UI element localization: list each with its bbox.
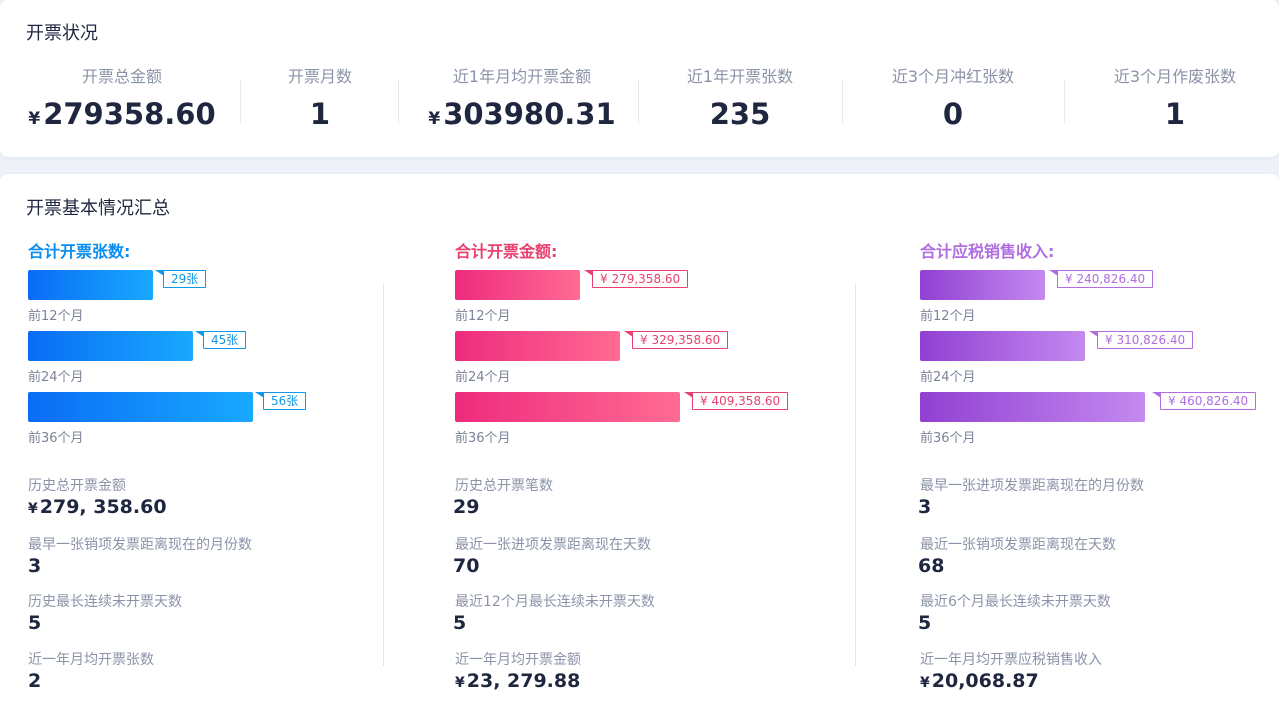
currency-symbol: ¥ xyxy=(455,675,465,691)
currency-symbol: ¥ xyxy=(28,109,41,129)
metric-value: ¥20,068.87 xyxy=(920,670,1039,692)
bar-24-months xyxy=(920,331,1085,361)
bar-value-tag: ¥ 329,358.60 xyxy=(623,331,729,349)
bar-36-months xyxy=(920,392,1145,422)
overview-title: 开票状况 xyxy=(26,23,98,44)
metric-value: 3 xyxy=(918,496,932,518)
bar-period-label: 前36个月 xyxy=(920,431,976,446)
currency-symbol: ¥ xyxy=(428,109,441,129)
bar-period-label: 前12个月 xyxy=(455,309,511,324)
column-divider xyxy=(855,284,856,666)
overview-stats: 开票总金额 ¥279358.60 开票月数 1 近1年月均开票金额 ¥30398… xyxy=(0,66,1279,136)
bar-value-tag: ¥ 279,358.60 xyxy=(583,270,689,288)
bar-value-tag: ¥ 310,826.40 xyxy=(1088,331,1194,349)
bar-value-tag: ¥ 409,358.60 xyxy=(683,392,789,410)
stat-label: 近1年月均开票金额 xyxy=(452,67,592,86)
metric-value: 5 xyxy=(453,612,467,634)
stat-label: 开票总金额 xyxy=(81,67,162,86)
bar-value-tag: 45张 xyxy=(194,331,247,349)
stat-value: 0 xyxy=(942,97,964,131)
summary-card: 开票基本情况汇总 合计开票张数: 29张 前12个月 45张 前24个月 56张… xyxy=(0,174,1279,719)
bar-period-label: 前36个月 xyxy=(455,431,511,446)
metric-label: 近一年月均开票张数 xyxy=(28,652,154,668)
bar-period-label: 前24个月 xyxy=(920,370,976,385)
metric-label: 最近一张进项发票距离现在天数 xyxy=(455,537,651,553)
column-divider xyxy=(383,284,384,666)
metric-value: 5 xyxy=(918,612,932,634)
metric-label: 历史总开票笔数 xyxy=(455,478,553,494)
bar-12-months xyxy=(455,270,580,300)
stat-monthly-avg-amount: 近1年月均开票金额 ¥303980.31 xyxy=(422,66,622,135)
bar-36-months xyxy=(28,392,253,422)
bar-24-months xyxy=(28,331,193,361)
stat-divider xyxy=(842,79,843,123)
stat-value: ¥303980.31 xyxy=(428,97,616,131)
metric-label: 最近12个月最长连续未开票天数 xyxy=(455,594,655,610)
currency-symbol: ¥ xyxy=(28,501,38,517)
stat-value: 1 xyxy=(309,97,331,131)
summary-column-amount: 合计开票金额: ¥ 279,358.60 前12个月 ¥ 329,358.60 … xyxy=(453,174,835,719)
stat-label: 开票月数 xyxy=(287,67,352,86)
metric-value: 29 xyxy=(453,496,480,518)
metric-value: 3 xyxy=(28,555,42,577)
bar-period-label: 前36个月 xyxy=(28,431,84,446)
stat-months: 开票月数 1 xyxy=(220,66,420,130)
column-heading: 合计应税销售收入: xyxy=(920,242,1055,261)
bar-value-tag: ¥ 240,826.40 xyxy=(1048,270,1154,288)
stat-label: 近3个月作废张数 xyxy=(1113,67,1237,86)
column-heading: 合计开票张数: xyxy=(28,242,131,261)
stat-label: 近3个月冲红张数 xyxy=(891,67,1015,86)
bar-value-tag: 29张 xyxy=(154,270,207,288)
metric-label: 历史总开票金额 xyxy=(28,478,126,494)
summary-column-revenue: 合计应税销售收入: ¥ 240,826.40 前12个月 ¥ 310,826.4… xyxy=(918,174,1270,719)
metric-value: 70 xyxy=(453,555,480,577)
bar-value-tag: ¥ 460,826.40 xyxy=(1151,392,1257,410)
stat-void-count: 近3个月作废张数 1 xyxy=(1075,66,1275,130)
stat-divider xyxy=(1064,79,1065,123)
stat-divider xyxy=(398,79,399,123)
metric-value: 5 xyxy=(28,612,42,634)
metric-label: 最早一张销项发票距离现在的月份数 xyxy=(28,537,252,553)
bar-period-label: 前24个月 xyxy=(28,370,84,385)
stat-divider xyxy=(638,79,639,123)
metric-value: 2 xyxy=(28,670,42,692)
currency-symbol: ¥ xyxy=(920,675,930,691)
bar-period-label: 前24个月 xyxy=(455,370,511,385)
metric-value: ¥23, 279.88 xyxy=(455,670,581,692)
stat-value: 1 xyxy=(1164,97,1186,131)
bar-24-months xyxy=(455,331,620,361)
overview-card: 开票状况 开票总金额 ¥279358.60 开票月数 1 近1年月均开票金额 ¥… xyxy=(0,0,1279,157)
metric-label: 最近6个月最长连续未开票天数 xyxy=(920,594,1111,610)
summary-column-count: 合计开票张数: 29张 前12个月 45张 前24个月 56张 前36个月 历史… xyxy=(28,174,368,719)
bar-36-months xyxy=(455,392,680,422)
bar-12-months xyxy=(28,270,153,300)
stat-total-amount: 开票总金额 ¥279358.60 xyxy=(22,66,222,135)
stat-year-count: 近1年开票张数 235 xyxy=(640,66,840,130)
column-heading: 合计开票金额: xyxy=(455,242,558,261)
stat-value: 235 xyxy=(709,97,771,131)
metric-value: ¥279, 358.60 xyxy=(28,496,167,518)
bar-12-months xyxy=(920,270,1045,300)
stat-value: ¥279358.60 xyxy=(28,97,216,131)
metric-label: 最近一张销项发票距离现在天数 xyxy=(920,537,1116,553)
metric-value: 68 xyxy=(918,555,945,577)
metric-label: 近一年月均开票应税销售收入 xyxy=(920,652,1102,668)
metric-label: 近一年月均开票金额 xyxy=(455,652,581,668)
stat-label: 近1年开票张数 xyxy=(686,67,794,86)
bar-value-tag: 56张 xyxy=(254,392,307,410)
stat-red-count: 近3个月冲红张数 0 xyxy=(853,66,1053,130)
bar-period-label: 前12个月 xyxy=(28,309,84,324)
bar-period-label: 前12个月 xyxy=(920,309,976,324)
metric-label: 最早一张进项发票距离现在的月份数 xyxy=(920,478,1144,494)
metric-label: 历史最长连续未开票天数 xyxy=(28,594,182,610)
